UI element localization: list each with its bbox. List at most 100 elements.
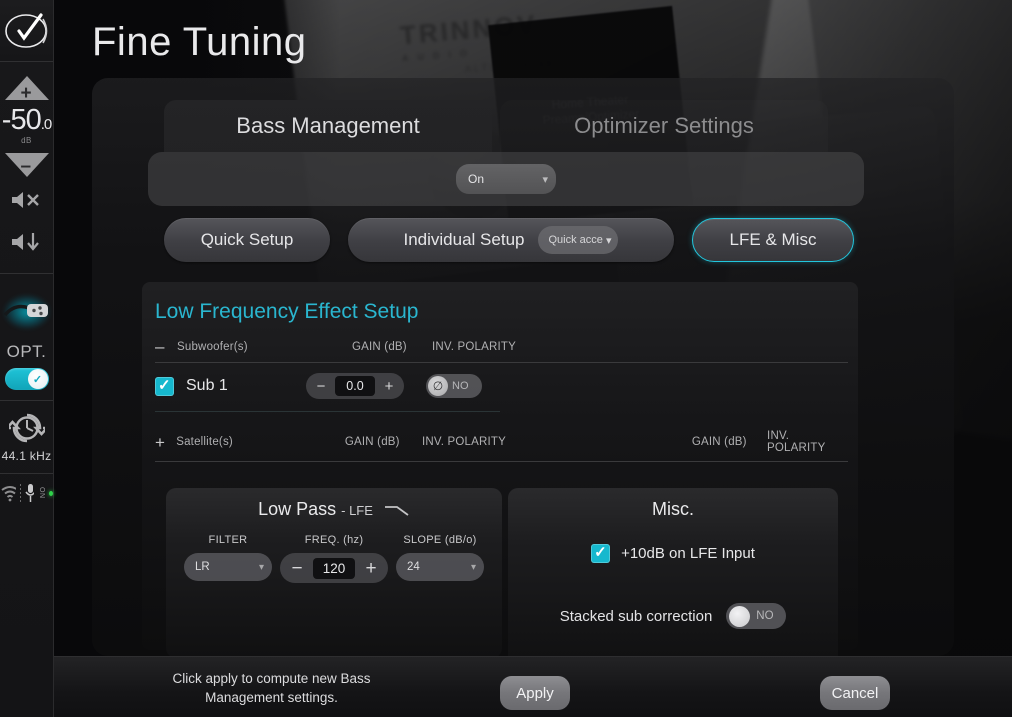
lfe-subpanels: Low Pass - LFE FILTER LR ▾ FREQ. (hz) − …: [166, 488, 858, 666]
plus-expand-icon[interactable]: +: [155, 434, 176, 451]
sub1-polarity-toggle[interactable]: ∅ NO: [426, 374, 482, 398]
sub1-enable-checkbox[interactable]: [155, 376, 174, 396]
bass-management-toolbar: On ▾: [148, 152, 864, 206]
sub1-gain-stepper: − 0.0 +: [306, 373, 404, 399]
setup-mode-row: Quick Setup Individual Setup Quick acce …: [164, 218, 854, 262]
fine-tuning-screen: TRINNOV AUDIO ALTITUDE 48 Home Theater P…: [0, 0, 1012, 717]
chevron-down-icon: ▾: [605, 234, 612, 247]
tab-bass-management[interactable]: Bass Management: [164, 100, 492, 152]
wifi-icon: [1, 485, 17, 501]
footer-bar: Click apply to compute new Bass Manageme…: [54, 656, 1012, 717]
sub1-label: Sub 1: [186, 377, 228, 394]
optimizer-toggle[interactable]: ✓: [4, 368, 49, 390]
header-gain: GAIN (dB): [352, 340, 407, 353]
subwoofer-table-header: – Subwoofer(s) GAIN (dB) INV. POLARITY: [155, 338, 848, 363]
toggle-knob: [729, 605, 751, 627]
stacked-sub-row: Stacked sub correction NO: [508, 603, 838, 629]
optimizer-label: OPT.: [6, 342, 47, 361]
filter-label: FILTER: [208, 534, 248, 546]
phase-invert-icon: ∅: [428, 376, 448, 396]
misc-title: Misc.: [652, 499, 694, 519]
gain-increment-button[interactable]: +: [382, 379, 396, 394]
header-gain-right: GAIN (dB): [691, 436, 747, 448]
low-pass-title: Low Pass - LFE: [166, 488, 502, 520]
minus-collapse-icon[interactable]: –: [155, 338, 177, 355]
slope-label: SLOPE (dB/o): [403, 534, 477, 546]
lfe-setup-card: Low Frequency Effect Setup – Subwoofer(s…: [142, 282, 858, 666]
header-satellites: Satellite(s): [176, 436, 233, 448]
low-pass-panel: Low Pass - LFE FILTER LR ▾ FREQ. (hz) − …: [166, 488, 502, 658]
table-row: Sub 1 − 0.0 + ∅ NO: [155, 373, 500, 412]
volume-down-triangle-icon: –: [4, 153, 49, 177]
individual-setup-button[interactable]: Individual Setup Quick acce ▾: [348, 218, 674, 262]
bass-management-state-value: On: [468, 172, 485, 186]
xlr-connector-icon: [0, 284, 53, 340]
frequency-label: FREQ. (hz): [304, 534, 364, 546]
clock-sync-icon: [0, 411, 53, 445]
stacked-sub-toggle[interactable]: NO: [726, 603, 787, 629]
frequency-value-input[interactable]: 120: [313, 557, 355, 579]
status-divider: [20, 484, 22, 502]
status-row: ON: [0, 474, 53, 503]
volume-section: + -50.0 dB –: [0, 62, 53, 274]
optimizer-section: OPT. ✓: [0, 274, 53, 401]
bass-management-state-dropdown[interactable]: On ▾: [456, 164, 556, 194]
check-icon: ✓: [27, 369, 48, 389]
individual-setup-label: Individual Setup: [403, 230, 525, 249]
sub1-polarity-value: NO: [452, 380, 469, 392]
low-pass-fields: FILTER LR ▾ FREQ. (hz) − 120 + SLOPE (dB…: [166, 520, 502, 583]
tab-optimizer-settings[interactable]: Optimizer Settings: [500, 100, 828, 152]
gain-value-input[interactable]: 0.0: [335, 376, 375, 396]
chevron-down-icon: ▾: [542, 173, 548, 186]
frequency-field: FREQ. (hz) − 120 +: [280, 534, 388, 583]
misc-panel: Misc. +10dB on LFE Input Stacked sub cor…: [508, 488, 838, 666]
lfe-boost-checkbox[interactable]: [591, 543, 611, 563]
apply-button[interactable]: Apply: [500, 676, 570, 710]
stacked-sub-value: NO: [756, 610, 774, 622]
low-pass-curve-icon: [384, 506, 409, 516]
volume-up-button[interactable]: +: [0, 68, 53, 103]
chevron-down-icon: ▾: [470, 561, 476, 573]
satellite-table-header: + Satellite(s) GAIN (dB) INV. POLARITY G…: [155, 430, 848, 462]
trinnov-check-logo-icon: [4, 12, 47, 48]
filter-field: FILTER LR ▾: [184, 534, 272, 583]
volume-down-button[interactable]: –: [0, 145, 53, 179]
volume-up-triangle-icon: +: [4, 76, 49, 103]
logo-button[interactable]: [0, 0, 53, 62]
quick-access-value: Quick acce: [548, 234, 603, 246]
slope-value: 24: [407, 561, 420, 573]
left-sidebar: + -50.0 dB – OPT. ✓ 44.1 kHz ON: [0, 0, 54, 717]
page-title: Fine Tuning: [92, 20, 307, 64]
filter-select[interactable]: LR ▾: [184, 553, 272, 581]
slope-select[interactable]: 24 ▾: [396, 553, 484, 581]
status-badge: [48, 490, 53, 496]
mute-button[interactable]: [0, 179, 53, 221]
lfe-boost-label: +10dB on LFE Input: [621, 545, 755, 562]
stacked-sub-label: Stacked sub correction: [559, 607, 713, 625]
header-inv-polarity-left: INV. POLARITY: [421, 436, 506, 448]
speaker-dim-icon: [11, 233, 39, 251]
frequency-increment-button[interactable]: +: [363, 559, 379, 578]
filter-value: LR: [195, 561, 210, 573]
sample-rate-section: 44.1 kHz: [0, 401, 53, 474]
sample-rate-value: 44.1 kHz: [1, 449, 52, 463]
frequency-decrement-button[interactable]: −: [289, 559, 305, 578]
cancel-button[interactable]: Cancel: [820, 676, 890, 710]
header-inv-polarity-right: INV. POLARITY: [767, 430, 826, 454]
chevron-down-icon: ▾: [258, 561, 264, 573]
dim-button[interactable]: [0, 221, 53, 263]
footer-hint: Click apply to compute new Bass Manageme…: [172, 671, 371, 705]
quick-access-dropdown[interactable]: Quick acce ▾: [538, 226, 619, 254]
slope-field: SLOPE (dB/o) 24 ▾: [396, 534, 484, 583]
card-title: Low Frequency Effect Setup: [155, 300, 419, 323]
volume-unit: dB: [21, 136, 32, 145]
quick-setup-button[interactable]: Quick Setup: [164, 218, 330, 262]
header-inv-polarity: INV. POLARITY: [432, 340, 516, 353]
volume-value: -50.0: [1, 104, 52, 136]
speaker-mute-icon: [11, 192, 39, 208]
gain-decrement-button[interactable]: −: [314, 379, 328, 394]
microphone-icon: [25, 484, 34, 502]
lfe-misc-button[interactable]: LFE & Misc: [692, 218, 854, 262]
header-gain-left: GAIN (dB): [344, 436, 400, 448]
frequency-stepper: − 120 +: [280, 553, 388, 583]
